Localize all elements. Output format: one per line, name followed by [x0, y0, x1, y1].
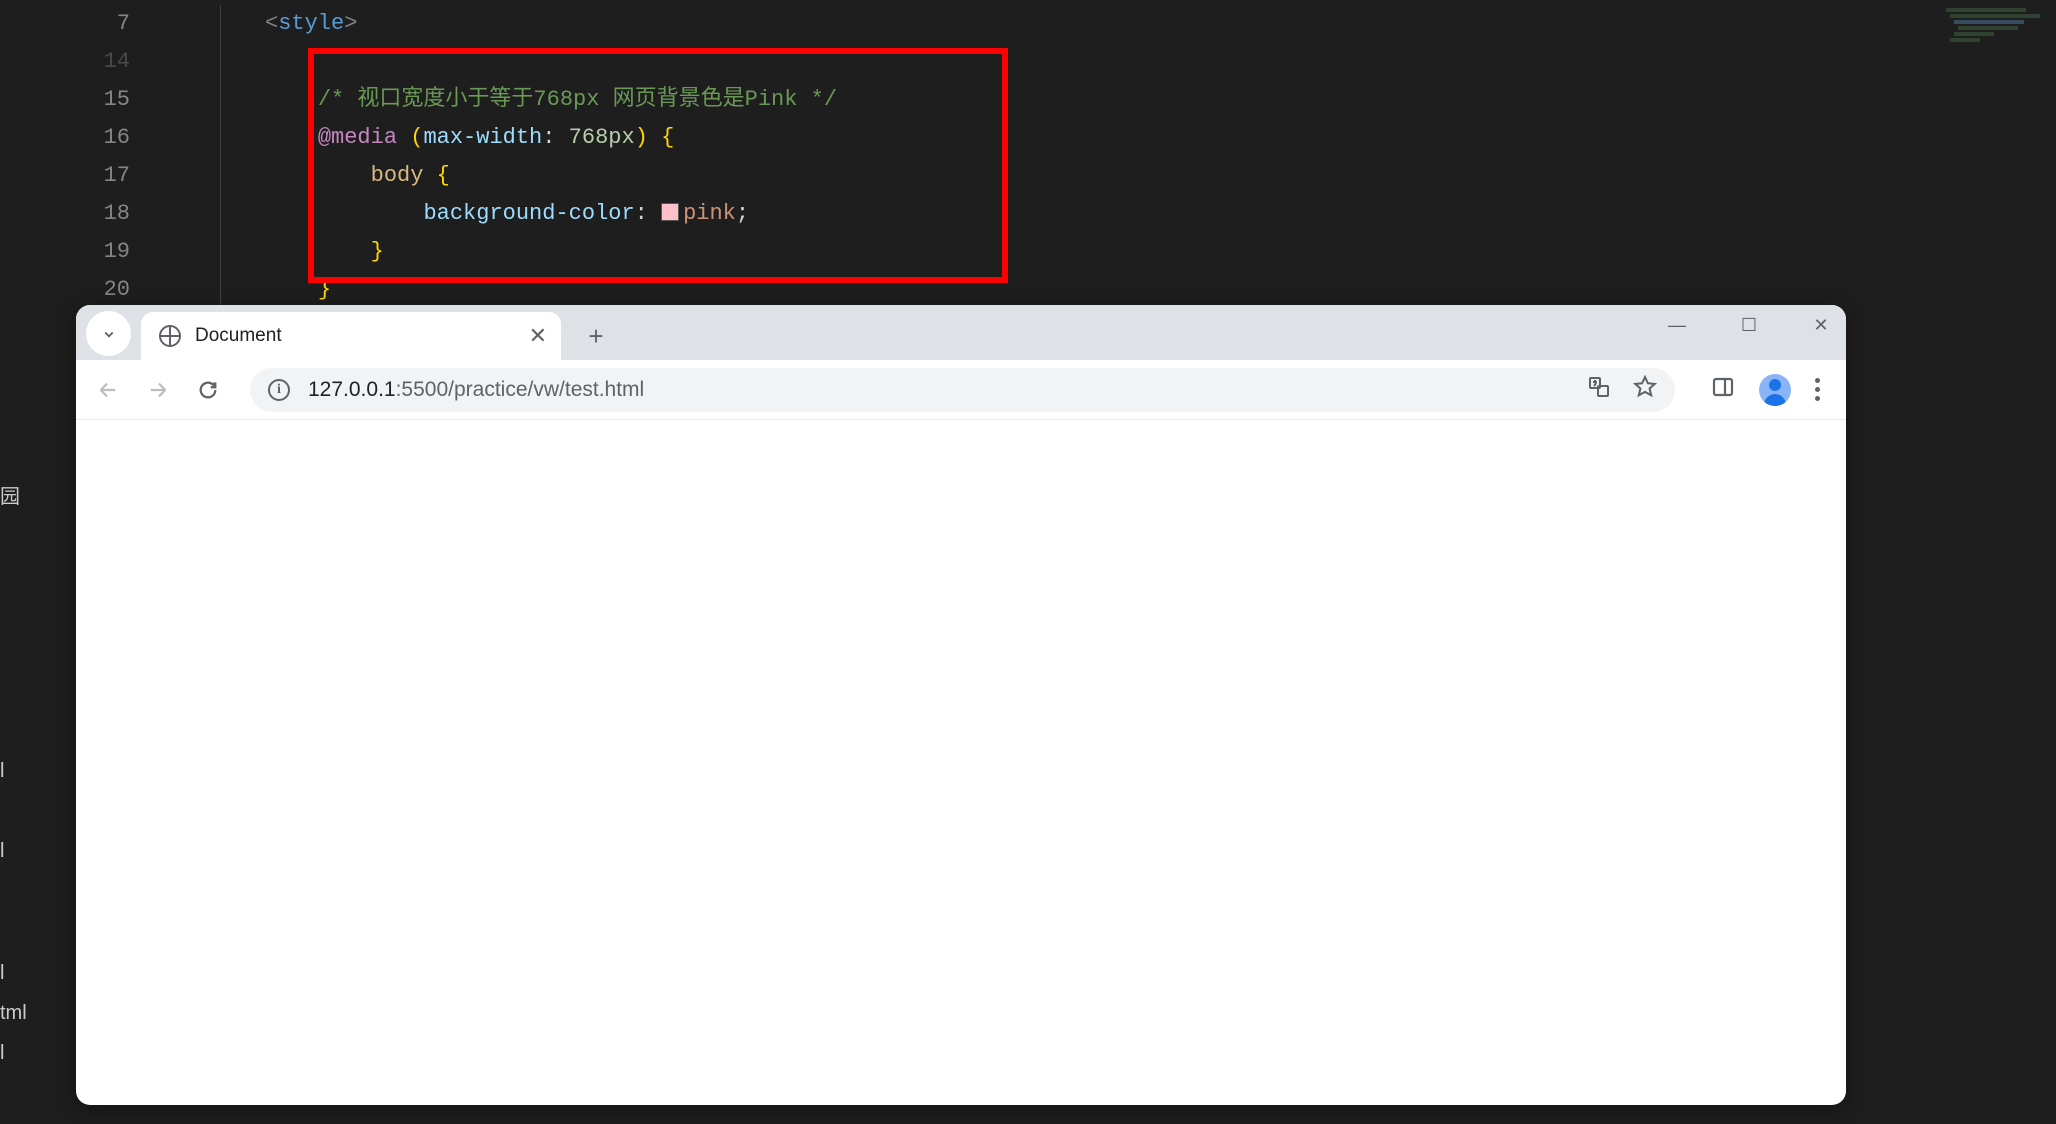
code-line: /* 视口宽度小于等于768px 网页背景色是Pink */: [265, 81, 2056, 119]
translate-icon[interactable]: [1587, 375, 1611, 405]
sidebar-text: l: [0, 760, 4, 783]
globe-icon: [159, 325, 181, 347]
browser-window: Document ✕ + — ☐ ✕ i 127.0.0.1:5500/prac…: [76, 305, 1846, 1105]
profile-avatar[interactable]: [1759, 374, 1791, 406]
line-number: 20: [0, 271, 130, 309]
code-editor[interactable]: 7 14 15 16 17 18 19 20 21 <style> /* 视口宽…: [0, 0, 2056, 320]
line-number: 7: [0, 5, 130, 43]
code-line: body {: [265, 157, 2056, 195]
browser-tab[interactable]: Document ✕: [141, 312, 561, 360]
arrow-left-icon: [97, 379, 119, 401]
browser-menu-button[interactable]: [1815, 378, 1820, 401]
code-line: }: [265, 271, 2056, 309]
window-controls: — ☐ ✕: [1662, 315, 1836, 336]
sidebar-text: l: [0, 962, 4, 985]
minimize-button[interactable]: —: [1662, 315, 1692, 336]
code-line: @media (max-width: 768px) {: [265, 119, 2056, 157]
close-window-button[interactable]: ✕: [1806, 315, 1836, 336]
tab-search-button[interactable]: [86, 311, 131, 356]
tab-strip: Document ✕ + — ☐ ✕: [76, 305, 1846, 360]
code-line: <style>: [265, 5, 2056, 43]
forward-button[interactable]: [140, 372, 176, 408]
code-line: }: [265, 233, 2056, 271]
url-host: 127.0.0.1: [308, 378, 396, 402]
line-number: 14: [0, 43, 130, 81]
chevron-down-icon: [100, 325, 118, 343]
color-swatch-icon[interactable]: [661, 203, 679, 221]
url-port: :5500: [396, 378, 449, 402]
maximize-button[interactable]: ☐: [1734, 315, 1764, 336]
reload-icon: [197, 379, 219, 401]
code-line: background-color: pink;: [265, 195, 2056, 233]
line-number: 15: [0, 81, 130, 119]
line-number: 16: [0, 119, 130, 157]
line-number: 17: [0, 157, 130, 195]
new-tab-button[interactable]: +: [576, 316, 616, 356]
tab-title: Document: [195, 325, 282, 347]
code-line: [265, 43, 2056, 81]
sidebar-text: 园: [0, 480, 20, 509]
site-info-icon[interactable]: i: [268, 379, 290, 401]
line-number-gutter: 7 14 15 16 17 18 19 20 21: [0, 0, 165, 320]
browser-toolbar: i 127.0.0.1:5500/practice/vw/test.html: [76, 360, 1846, 420]
reload-button[interactable]: [190, 372, 226, 408]
sidebar-text: l: [0, 840, 4, 863]
side-panel-icon[interactable]: [1711, 375, 1735, 404]
close-tab-button[interactable]: ✕: [529, 323, 547, 349]
address-bar[interactable]: i 127.0.0.1:5500/practice/vw/test.html: [250, 368, 1675, 412]
line-number: 19: [0, 233, 130, 271]
sidebar-text: l: [0, 1042, 4, 1065]
line-number: 18: [0, 195, 130, 233]
code-content[interactable]: <style> /* 视口宽度小于等于768px 网页背景色是Pink */ @…: [165, 0, 2056, 320]
bookmark-icon[interactable]: [1633, 375, 1657, 405]
url-path: /practice/vw/test.html: [448, 378, 644, 402]
arrow-right-icon: [147, 379, 169, 401]
minimap[interactable]: [1936, 8, 2051, 88]
back-button[interactable]: [90, 372, 126, 408]
sidebar-text: tml: [0, 1002, 27, 1025]
